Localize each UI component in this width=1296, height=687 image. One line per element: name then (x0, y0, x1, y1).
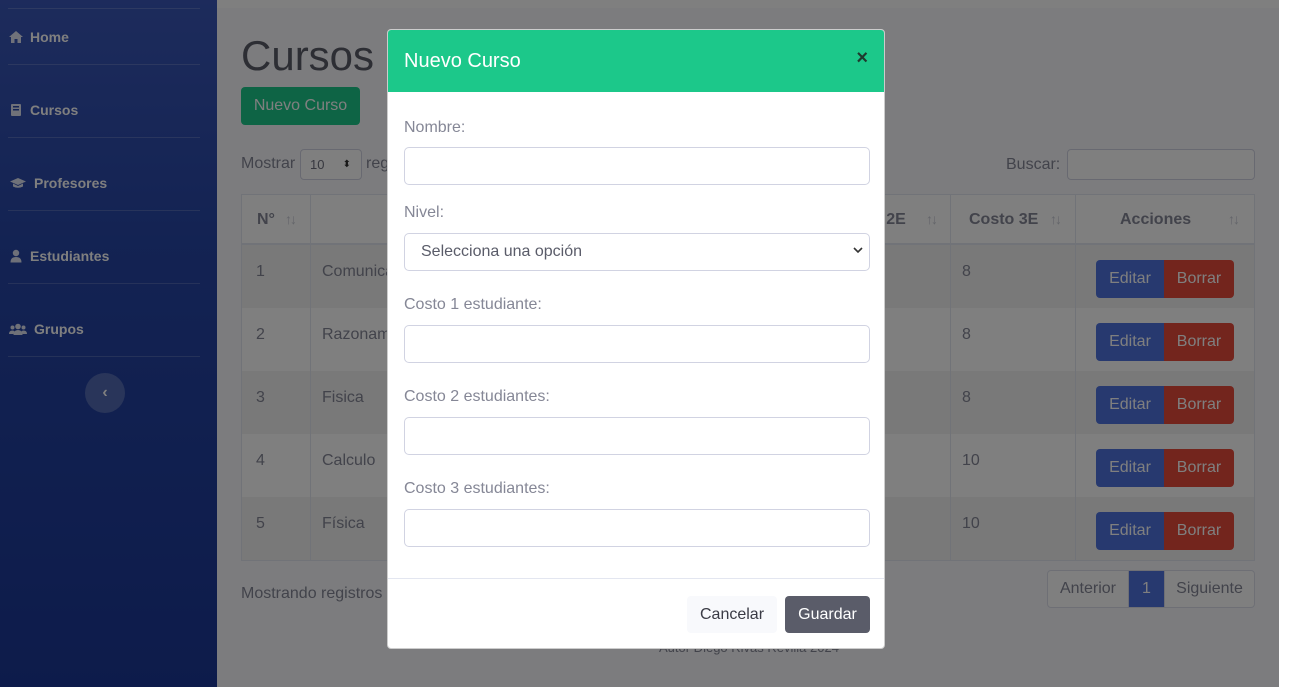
save-button[interactable]: Guardar (785, 596, 870, 633)
nivel-label: Nivel: (404, 204, 445, 221)
costo3-label: Costo 3 estudiantes: (404, 480, 550, 497)
modal-title: Nuevo Curso (404, 50, 521, 72)
costo2-label: Costo 2 estudiantes: (404, 388, 550, 405)
close-icon[interactable]: × (856, 47, 868, 70)
nivel-select[interactable]: Selecciona una opción (404, 233, 870, 271)
costo2-input[interactable] (404, 417, 870, 455)
new-course-modal: Nuevo Curso × Nombre: Nivel: Selecciona … (387, 29, 885, 649)
modal-header: Nuevo Curso × (388, 30, 884, 92)
cancel-button[interactable]: Cancelar (687, 596, 777, 633)
nombre-input[interactable] (404, 147, 870, 185)
costo1-input[interactable] (404, 325, 870, 363)
scrollbar[interactable] (1279, 0, 1296, 687)
costo3-input[interactable] (404, 509, 870, 547)
nivel-selected-value: Selecciona una opción (421, 243, 583, 260)
chevron-down-icon (853, 247, 863, 254)
costo1-label: Costo 1 estudiante: (404, 296, 542, 313)
nombre-label: Nombre: (404, 119, 466, 136)
modal-footer: Cancelar Guardar (388, 578, 884, 648)
